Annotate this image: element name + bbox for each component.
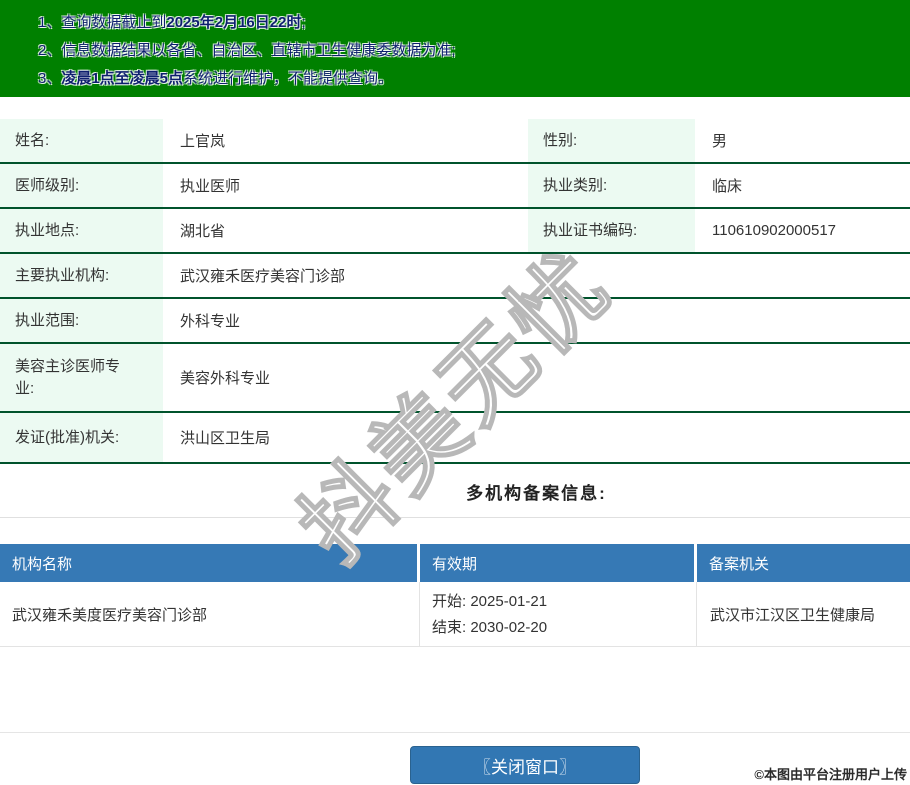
field-label-practice-location: 执业地点: bbox=[0, 209, 163, 252]
table-row: 武汉雍禾美度医疗美容门诊部 开始: 2025-01-21 结束: 2030-02… bbox=[0, 582, 910, 647]
field-value-practice-category: 临床 bbox=[695, 169, 910, 202]
notice-1-text: 查询数据截止到 bbox=[61, 14, 166, 31]
field-value-practice-location: 湖北省 bbox=[163, 214, 528, 247]
notice-3-bold: 凌晨1点至凌晨5点 bbox=[61, 70, 183, 87]
field-label-cosmetic-specialty: 美容主诊医师专业: bbox=[0, 344, 163, 411]
column-header-validity: 有效期 bbox=[420, 544, 697, 582]
field-value-gender: 男 bbox=[695, 124, 910, 157]
field-value-practice-scope: 外科专业 bbox=[163, 304, 910, 337]
field-label-practice-scope: 执业范围: bbox=[0, 299, 163, 342]
table-row: 医师级别: 执业医师 执业类别: 临床 bbox=[0, 164, 910, 209]
table-row: 美容主诊医师专业: 美容外科专业 bbox=[0, 344, 910, 413]
bottom-divider bbox=[0, 732, 910, 733]
validity-start-label: 开始: bbox=[432, 593, 466, 610]
notice-1-prefix: 1、 bbox=[38, 14, 61, 31]
notice-1-after: ; bbox=[301, 14, 305, 31]
table-row: 主要执业机构: 武汉雍禾医疗美容门诊部 bbox=[0, 254, 910, 299]
field-value-main-institution: 武汉雍禾医疗美容门诊部 bbox=[163, 259, 910, 292]
notice-line-2: 2、信息数据结果以各省、自治区、直辖市卫生健康委数据为准; bbox=[38, 37, 900, 65]
section-divider bbox=[0, 517, 910, 518]
filing-org-name: 武汉雍禾美度医疗美容门诊部 bbox=[0, 582, 420, 646]
field-label-issuing-authority: 发证(批准)机关: bbox=[0, 413, 163, 462]
field-label-practice-category: 执业类别: bbox=[528, 164, 695, 207]
field-label-gender: 性别: bbox=[528, 119, 695, 162]
notice-1-bold: 2025年2月16日22时 bbox=[166, 14, 301, 31]
validity-start: 开始: 2025-01-21 bbox=[432, 589, 696, 615]
notice-line-3: 3、凌晨1点至凌晨5点系统进行维护，不能提供查询。 bbox=[38, 65, 900, 93]
notice-banner: 1、查询数据截止到2025年2月16日22时; 2、信息数据结果以各省、自治区、… bbox=[0, 0, 910, 97]
filing-table: 机构名称 有效期 备案机关 武汉雍禾美度医疗美容门诊部 开始: 2025-01-… bbox=[0, 544, 910, 647]
field-value-name: 上官岚 bbox=[163, 124, 528, 157]
notice-2-text: 信息数据结果以各省、自治区、直辖市卫生健康委数据为准; bbox=[61, 42, 455, 59]
field-label-certificate-number: 执业证书编码: bbox=[528, 209, 695, 252]
table-row: 执业地点: 湖北省 执业证书编码: 110610902000517 bbox=[0, 209, 910, 254]
filing-authority: 武汉市江汉区卫生健康局 bbox=[697, 582, 910, 646]
field-label-main-institution: 主要执业机构: bbox=[0, 254, 163, 297]
filing-table-header: 机构名称 有效期 备案机关 bbox=[0, 544, 910, 582]
close-window-button[interactable]: 〖关闭窗口〗 bbox=[410, 746, 640, 784]
table-row: 执业范围: 外科专业 bbox=[0, 299, 910, 344]
table-row: 姓名: 上官岚 性别: 男 bbox=[0, 119, 910, 164]
notice-3-prefix: 3、 bbox=[38, 70, 61, 87]
field-value-issuing-authority: 洪山区卫生局 bbox=[163, 421, 910, 454]
filing-validity: 开始: 2025-01-21 结束: 2030-02-20 bbox=[420, 582, 697, 646]
field-value-doctor-level: 执业医师 bbox=[163, 169, 528, 202]
field-value-certificate-number: 110610902000517 bbox=[695, 216, 910, 245]
field-label-name: 姓名: bbox=[0, 119, 163, 162]
column-header-filing-authority: 备案机关 bbox=[697, 544, 910, 582]
field-value-cosmetic-specialty: 美容外科专业 bbox=[163, 361, 910, 394]
field-label-doctor-level: 医师级别: bbox=[0, 164, 163, 207]
doctor-info-table: 姓名: 上官岚 性别: 男 医师级别: 执业医师 执业类别: 临床 执业地点: … bbox=[0, 119, 910, 464]
validity-end: 结束: 2030-02-20 bbox=[432, 615, 696, 641]
upload-credit-text: ©本图由平台注册用户上传 bbox=[754, 764, 907, 783]
validity-end-date: 2030-02-20 bbox=[470, 619, 547, 636]
validity-end-label: 结束: bbox=[432, 619, 466, 636]
table-row: 发证(批准)机关: 洪山区卫生局 bbox=[0, 413, 910, 464]
notice-3-after: 系统进行维护，不能提供查询。 bbox=[183, 70, 393, 87]
notice-line-1: 1、查询数据截止到2025年2月16日22时; bbox=[38, 9, 900, 37]
notice-2-prefix: 2、 bbox=[38, 42, 61, 59]
column-header-org-name: 机构名称 bbox=[0, 544, 420, 582]
validity-start-date: 2025-01-21 bbox=[470, 593, 547, 610]
section-title-multi-institution: 多机构备案信息: bbox=[163, 464, 910, 517]
